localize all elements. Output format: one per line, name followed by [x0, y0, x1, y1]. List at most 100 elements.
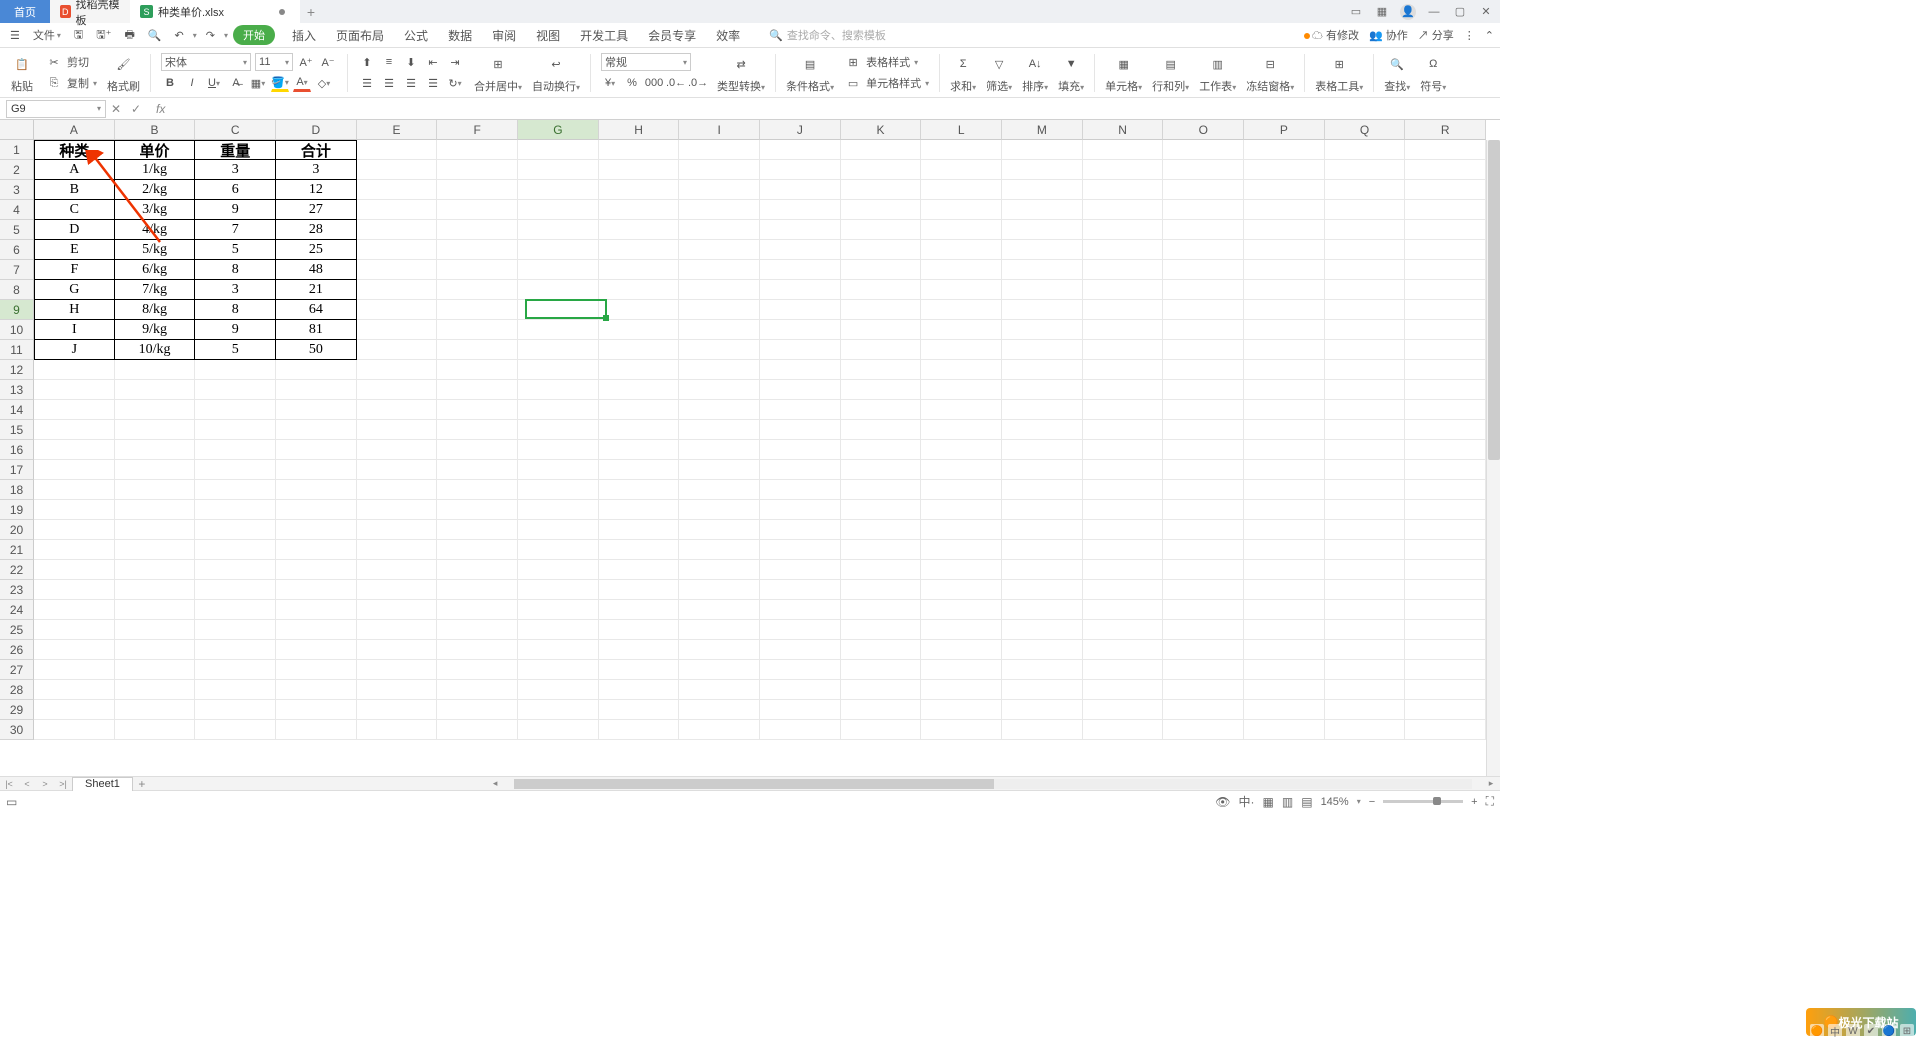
cell[interactable]: [1163, 700, 1244, 720]
print-preview-button[interactable]: 🔍: [144, 27, 166, 44]
cell[interactable]: [1002, 460, 1083, 480]
tab-review[interactable]: 审阅: [488, 25, 520, 46]
row-header[interactable]: 13: [0, 380, 34, 400]
cell[interactable]: [1405, 380, 1486, 400]
row-header[interactable]: 2: [0, 160, 34, 180]
cell[interactable]: [1325, 600, 1406, 620]
cell[interactable]: [599, 340, 680, 360]
cell[interactable]: [1083, 220, 1164, 240]
zoom-in[interactable]: +: [1471, 796, 1477, 808]
cell[interactable]: [1325, 200, 1406, 220]
sort[interactable]: A↓排序▾: [1019, 51, 1051, 94]
column-header[interactable]: I: [679, 120, 760, 140]
comma-button[interactable]: 000: [645, 74, 663, 92]
cell[interactable]: [1163, 680, 1244, 700]
cell[interactable]: 1/kg: [115, 160, 196, 180]
cell[interactable]: [599, 700, 680, 720]
cell[interactable]: [760, 440, 841, 460]
cell[interactable]: [1244, 320, 1325, 340]
cell[interactable]: [1405, 480, 1486, 500]
font-color-button[interactable]: A▾: [293, 74, 311, 92]
cell[interactable]: [357, 480, 438, 500]
tab-start[interactable]: 开始: [233, 25, 275, 45]
cell[interactable]: [1405, 400, 1486, 420]
cell[interactable]: H: [34, 300, 115, 320]
cell[interactable]: [518, 480, 599, 500]
cell[interactable]: [115, 520, 196, 540]
cell[interactable]: [599, 600, 680, 620]
cell[interactable]: [841, 520, 922, 540]
cell[interactable]: [599, 420, 680, 440]
cell[interactable]: [1163, 180, 1244, 200]
cell[interactable]: [1002, 640, 1083, 660]
cell[interactable]: [1163, 480, 1244, 500]
cell[interactable]: [1405, 240, 1486, 260]
cell[interactable]: [1405, 540, 1486, 560]
cell[interactable]: [1325, 160, 1406, 180]
cell[interactable]: [437, 620, 518, 640]
cell[interactable]: [921, 700, 1002, 720]
row-header[interactable]: 22: [0, 560, 34, 580]
cell[interactable]: 种类: [34, 140, 115, 160]
file-menu[interactable]: 文件▾: [29, 25, 65, 45]
cell[interactable]: [1325, 640, 1406, 660]
cell[interactable]: [1244, 440, 1325, 460]
cell[interactable]: [1002, 420, 1083, 440]
cell[interactable]: [34, 360, 115, 380]
cell[interactable]: [1325, 140, 1406, 160]
cell[interactable]: [1405, 640, 1486, 660]
cell[interactable]: [115, 460, 196, 480]
cell[interactable]: [357, 600, 438, 620]
cell[interactable]: [1163, 300, 1244, 320]
dec-decimal[interactable]: .0→: [689, 74, 707, 92]
cell[interactable]: 7/kg: [115, 280, 196, 300]
cell[interactable]: [1244, 460, 1325, 480]
cell[interactable]: 5: [195, 340, 276, 360]
cell[interactable]: 9/kg: [115, 320, 196, 340]
row-header[interactable]: 1: [0, 140, 34, 160]
cell[interactable]: [437, 360, 518, 380]
cell[interactable]: [437, 260, 518, 280]
cell[interactable]: [437, 580, 518, 600]
cell[interactable]: [357, 280, 438, 300]
cell[interactable]: [1244, 500, 1325, 520]
cell[interactable]: [34, 400, 115, 420]
cell[interactable]: [276, 640, 357, 660]
cell[interactable]: [760, 200, 841, 220]
italic-button[interactable]: I: [183, 74, 201, 92]
cell[interactable]: [1325, 700, 1406, 720]
cell[interactable]: [518, 300, 599, 320]
cell[interactable]: [921, 380, 1002, 400]
cell[interactable]: [1163, 660, 1244, 680]
cell[interactable]: [1405, 500, 1486, 520]
freeze-panes[interactable]: ⊟冻结窗格▾: [1243, 51, 1297, 94]
cell[interactable]: [1083, 360, 1164, 380]
cell[interactable]: [760, 500, 841, 520]
cell[interactable]: [841, 620, 922, 640]
cell[interactable]: [921, 600, 1002, 620]
cell[interactable]: A: [34, 160, 115, 180]
row-header[interactable]: 14: [0, 400, 34, 420]
cell[interactable]: [1244, 600, 1325, 620]
cell[interactable]: [1244, 700, 1325, 720]
cell[interactable]: [437, 320, 518, 340]
cell[interactable]: [841, 400, 922, 420]
share-button[interactable]: ↗ 分享: [1418, 27, 1454, 43]
cell[interactable]: [841, 160, 922, 180]
cell[interactable]: [115, 680, 196, 700]
cell[interactable]: [599, 400, 680, 420]
cell[interactable]: [1405, 300, 1486, 320]
tab-member[interactable]: 会员专享: [644, 25, 700, 46]
cell[interactable]: [1083, 340, 1164, 360]
cell[interactable]: [841, 540, 922, 560]
cell[interactable]: [679, 600, 760, 620]
row-header[interactable]: 15: [0, 420, 34, 440]
tab-efficiency[interactable]: 效率: [712, 25, 744, 46]
cell[interactable]: 2/kg: [115, 180, 196, 200]
cell[interactable]: [276, 700, 357, 720]
cancel-icon[interactable]: ✕: [109, 102, 123, 116]
cell[interactable]: [1083, 200, 1164, 220]
cell[interactable]: [760, 480, 841, 500]
cell[interactable]: [841, 680, 922, 700]
cell[interactable]: [760, 160, 841, 180]
